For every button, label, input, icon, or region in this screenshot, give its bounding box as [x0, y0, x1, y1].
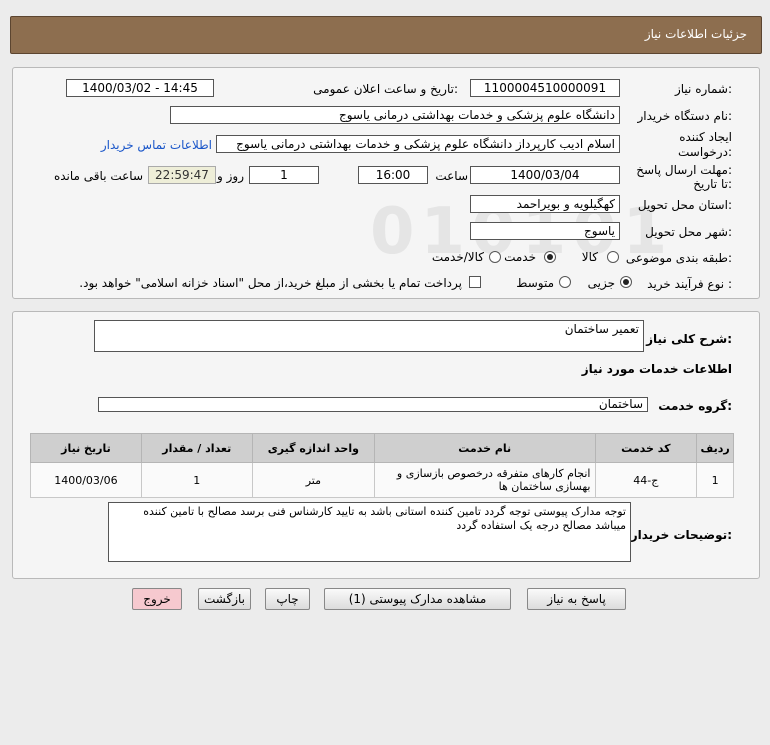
- category-goods-radio[interactable]: [607, 251, 619, 263]
- service-group-field: ساختمان: [98, 397, 648, 412]
- deadline-label-line1: مهلت ارسال پاسخ:: [636, 163, 732, 177]
- announce-datetime-label: تاریخ و ساعت اعلان عمومی:: [313, 82, 458, 96]
- services-table: ردیف کد خدمت نام خدمت واحد اندازه گیری ت…: [30, 433, 734, 498]
- buyer-contact-link[interactable]: اطلاعات تماس خریدار: [101, 138, 212, 152]
- deadline-label-line2: تا تاریخ:: [693, 177, 732, 191]
- cell-service-code: ج-44: [594, 462, 698, 498]
- category-goods-label: کالا: [581, 250, 598, 264]
- col-header-row-no: ردیف: [696, 433, 734, 463]
- need-number-label: شماره نیاز:: [674, 82, 732, 96]
- category-label: طبقه بندی موضوعی:: [625, 251, 732, 265]
- cell-quantity: 1: [140, 462, 253, 498]
- cell-unit: متر: [251, 462, 375, 498]
- process-medium-label: متوسط: [516, 276, 554, 290]
- exit-button[interactable]: خروج: [132, 588, 182, 610]
- category-service-radio[interactable]: [544, 251, 556, 263]
- buyer-org-field: دانشگاه علوم پزشکی و خدمات بهداشتی درمان…: [170, 106, 620, 124]
- creator-label: ایجاد کننده درخواست:: [678, 130, 732, 160]
- col-header-need-date: تاریخ نیاز: [30, 433, 142, 463]
- creator-label-line2: درخواست:: [678, 145, 732, 159]
- summary-label: شرح کلی نیاز:: [646, 332, 732, 346]
- creator-field: اسلام ادیب کارپرداز دانشگاه علوم پزشکی و…: [216, 135, 620, 153]
- process-minor-label: جزیی: [587, 276, 615, 290]
- deadline-time-label: ساعت: [435, 169, 468, 183]
- summary-field: تعمیر ساختمان: [94, 320, 644, 352]
- cell-service-name: انجام کارهای متفرقه درخصوص بازسازی و بهس…: [373, 462, 596, 498]
- col-header-quantity: تعداد / مقدار: [140, 433, 253, 463]
- services-table-container: ردیف کد خدمت نام خدمت واحد اندازه گیری ت…: [30, 433, 734, 498]
- remaining-days-field: 1: [249, 166, 319, 184]
- need-number-field: 1100004510000091: [470, 79, 620, 97]
- print-button[interactable]: چاپ: [265, 588, 310, 610]
- city-label: شهر محل تحویل:: [645, 225, 732, 239]
- back-button[interactable]: بازگشت: [198, 588, 251, 610]
- announce-datetime-field: 1400/03/02 - 14:45: [66, 79, 214, 97]
- buyer-notes-label: توضیحات خریدار:: [630, 528, 732, 542]
- services-section-title: اطلاعات خدمات مورد نیاز: [581, 362, 732, 376]
- buyer-notes-field: توجه مدارک پیوستی توجه گردد تامین کننده …: [108, 502, 631, 562]
- process-medium-radio[interactable]: [559, 276, 571, 288]
- col-header-service-name: نام خدمت: [373, 433, 596, 463]
- category-service-label: خدمت: [504, 250, 536, 264]
- buyer-org-label: نام دستگاه خریدار:: [637, 109, 733, 123]
- deadline-label: مهلت ارسال پاسخ: تا تاریخ:: [636, 163, 732, 191]
- deadline-date-field: 1400/03/04: [470, 166, 620, 184]
- category-goods-service-radio[interactable]: [489, 251, 501, 263]
- cell-need-date: 1400/03/06: [30, 462, 142, 498]
- creator-label-line1: ایجاد کننده: [679, 130, 732, 144]
- process-type-label: نوع فرآیند خرید :: [647, 277, 732, 291]
- province-field: کهگیلویه و بویراحمد: [470, 195, 620, 213]
- treasury-payment-note: پرداخت تمام یا بخشی از مبلغ خرید،از محل …: [79, 276, 462, 290]
- remaining-time-label: ساعت باقی مانده: [53, 169, 143, 183]
- province-label: استان محل تحویل:: [637, 198, 732, 212]
- remaining-time-field: 22:59:47: [148, 166, 216, 184]
- col-header-service-code: کد خدمت: [594, 433, 698, 463]
- remaining-days-label: روز و: [217, 169, 244, 183]
- cell-row-no: 1: [696, 462, 734, 498]
- process-minor-radio[interactable]: [620, 276, 632, 288]
- deadline-time-field: 16:00: [358, 166, 428, 184]
- category-goods-service-label: کالا/خدمت: [431, 250, 484, 264]
- table-header-row: ردیف کد خدمت نام خدمت واحد اندازه گیری ت…: [30, 433, 734, 463]
- page-title: جزئیات اطلاعات نیاز: [644, 27, 747, 41]
- service-group-label: گروه خدمت:: [658, 399, 732, 413]
- col-header-unit: واحد اندازه گیری: [251, 433, 375, 463]
- city-field: یاسوج: [470, 222, 620, 240]
- treasury-payment-checkbox[interactable]: [469, 276, 481, 288]
- reply-button[interactable]: پاسخ به نیاز: [527, 588, 626, 610]
- page-header: جزئیات اطلاعات نیاز: [10, 16, 762, 54]
- table-row: 1 ج-44 انجام کارهای متفرقه درخصوص بازساز…: [30, 462, 734, 498]
- view-attachments-button[interactable]: مشاهده مدارک پیوستی (1): [324, 588, 511, 610]
